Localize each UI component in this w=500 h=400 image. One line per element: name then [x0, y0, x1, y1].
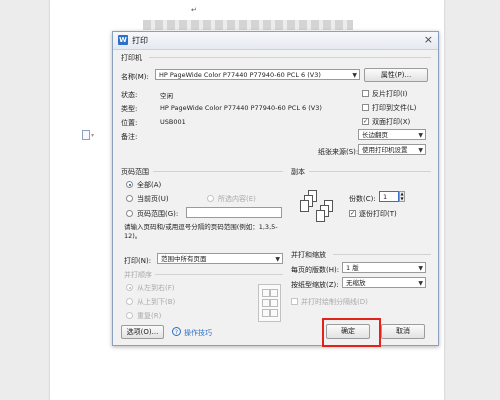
divider [149, 57, 431, 58]
zoom-section-title: 并打和缩放 [291, 251, 326, 259]
scale-select[interactable]: 无缩放 ▼ [342, 277, 426, 288]
app-logo-icon: W [118, 35, 128, 45]
range-all-radio[interactable] [126, 181, 133, 188]
dialog-title: 打印 [132, 36, 148, 45]
reverse-print-checkbox[interactable] [362, 90, 369, 97]
printer-name-label: 名称(M): [121, 73, 149, 81]
chevron-down-icon: ▼ [418, 280, 423, 287]
range-current-label: 当前页(U) [137, 195, 169, 203]
duplex-label: 双面打印(X) [372, 118, 411, 126]
range-all-label: 全部(A) [137, 181, 162, 189]
print-scope-value: 范围中所有页面 [161, 255, 207, 263]
cancel-button[interactable]: 取消 [381, 324, 425, 339]
range-pages-radio[interactable] [126, 210, 133, 217]
properties-button[interactable]: 属性(P)... [364, 68, 428, 82]
print-to-file-label: 打印到文件(L) [372, 104, 417, 112]
document-page-icon [82, 130, 90, 140]
paragraph-mark: ↵ [191, 6, 197, 14]
chevron-down-icon: ▼ [418, 147, 423, 154]
scale-value: 无缩放 [346, 279, 366, 287]
print-to-file-checkbox[interactable] [362, 104, 369, 111]
order-ttb-label: 从上到下(B) [137, 298, 176, 306]
scale-label: 按纸型缩放(Z): [291, 281, 339, 289]
chevron-down-icon: ▼ [352, 72, 357, 79]
flip-mode-select[interactable]: 长边翻页 ▼ [358, 129, 426, 140]
dialog-titlebar: W 打印 × [113, 32, 438, 50]
duplex-checkbox[interactable]: ✓ [362, 118, 369, 125]
options-button[interactable]: 选项(O)... [121, 325, 164, 339]
print-dialog: W 打印 × 打印机 名称(M): HP PageWide Color P774… [112, 31, 439, 346]
flip-mode-value: 长边翻页 [362, 131, 388, 139]
status-label: 状态: [121, 91, 138, 99]
pages-per-sheet-select[interactable]: 1 版 ▼ [342, 262, 426, 273]
type-label: 类型: [121, 105, 138, 113]
printer-section-title: 打印机 [121, 54, 142, 62]
paper-source-label: 纸张来源(S): [318, 148, 359, 156]
divider [309, 171, 431, 172]
divider [333, 254, 431, 255]
print-scope-label: 打印(N): [124, 257, 152, 265]
print-scope-select[interactable]: 范围中所有页面 ▼ [157, 253, 283, 264]
collate-checkbox[interactable]: ✓ [349, 210, 356, 217]
highlight-annotation [322, 318, 381, 347]
copies-count-value: 1 [383, 193, 388, 201]
chevron-down-icon: ▼ [418, 265, 423, 272]
comment-label: 备注: [121, 133, 138, 141]
collate-label: 逐份打印(T) [359, 210, 397, 218]
draw-border-label: 并打时绘制分隔线(D) [301, 298, 368, 306]
type-value: HP PageWide Color P77440 P77940-60 PCL 6… [160, 104, 322, 112]
close-icon[interactable]: × [424, 33, 433, 46]
printer-name-value: HP PageWide Color P77440 P77940-60 PCL 6… [159, 71, 321, 79]
order-section-title: 并打顺序 [124, 271, 152, 279]
pages-per-sheet-label: 每页的版数(H): [291, 266, 340, 274]
copies-section-title: 副本 [291, 168, 305, 176]
pages-per-sheet-value: 1 版 [346, 264, 359, 272]
draw-border-checkbox[interactable] [291, 298, 298, 305]
side-marker: ▾ [91, 132, 95, 139]
range-hint-text: 请输入页码和/或用逗号分隔的页码范围(例如：1,3,5-12)。 [124, 223, 278, 240]
status-value: 空闲 [160, 92, 173, 100]
order-repeat-label: 重复(R) [137, 312, 162, 320]
order-repeat-radio[interactable] [126, 312, 133, 319]
printer-name-select[interactable]: HP PageWide Color P77440 P77940-60 PCL 6… [155, 69, 360, 80]
paper-source-value: 使用打印机设置 [362, 146, 408, 154]
order-ttb-radio[interactable] [126, 298, 133, 305]
range-current-radio[interactable] [126, 195, 133, 202]
divider [155, 274, 283, 275]
location-label: 位置: [121, 119, 138, 127]
range-selection-radio[interactable] [207, 195, 214, 202]
copies-stepper[interactable]: ▲ ▼ [399, 191, 405, 202]
order-ltr-label: 从左到右(F) [137, 284, 175, 292]
tips-link[interactable]: 操作技巧 [184, 328, 212, 338]
copies-count-input[interactable]: 1 [379, 191, 399, 202]
order-preview-icon [258, 284, 281, 322]
range-section-title: 页码范围 [121, 168, 149, 176]
help-icon: ? [172, 327, 181, 336]
reverse-print-label: 反片打印(I) [372, 90, 408, 98]
chevron-down-icon: ▼ [275, 256, 280, 263]
paper-source-select[interactable]: 使用打印机设置 ▼ [358, 144, 426, 155]
divider [153, 171, 283, 172]
copies-count-label: 份数(C): [349, 195, 376, 203]
range-pages-label: 页码范围(G): [137, 210, 179, 218]
order-ltr-radio[interactable] [126, 284, 133, 291]
blurred-document-text [143, 20, 353, 30]
collate-pages-icon [298, 190, 338, 230]
chevron-down-icon: ▼ [418, 132, 423, 139]
page-range-input[interactable] [186, 207, 282, 218]
location-value: USB001 [160, 118, 186, 126]
range-selection-label: 所选内容(E) [218, 195, 256, 203]
